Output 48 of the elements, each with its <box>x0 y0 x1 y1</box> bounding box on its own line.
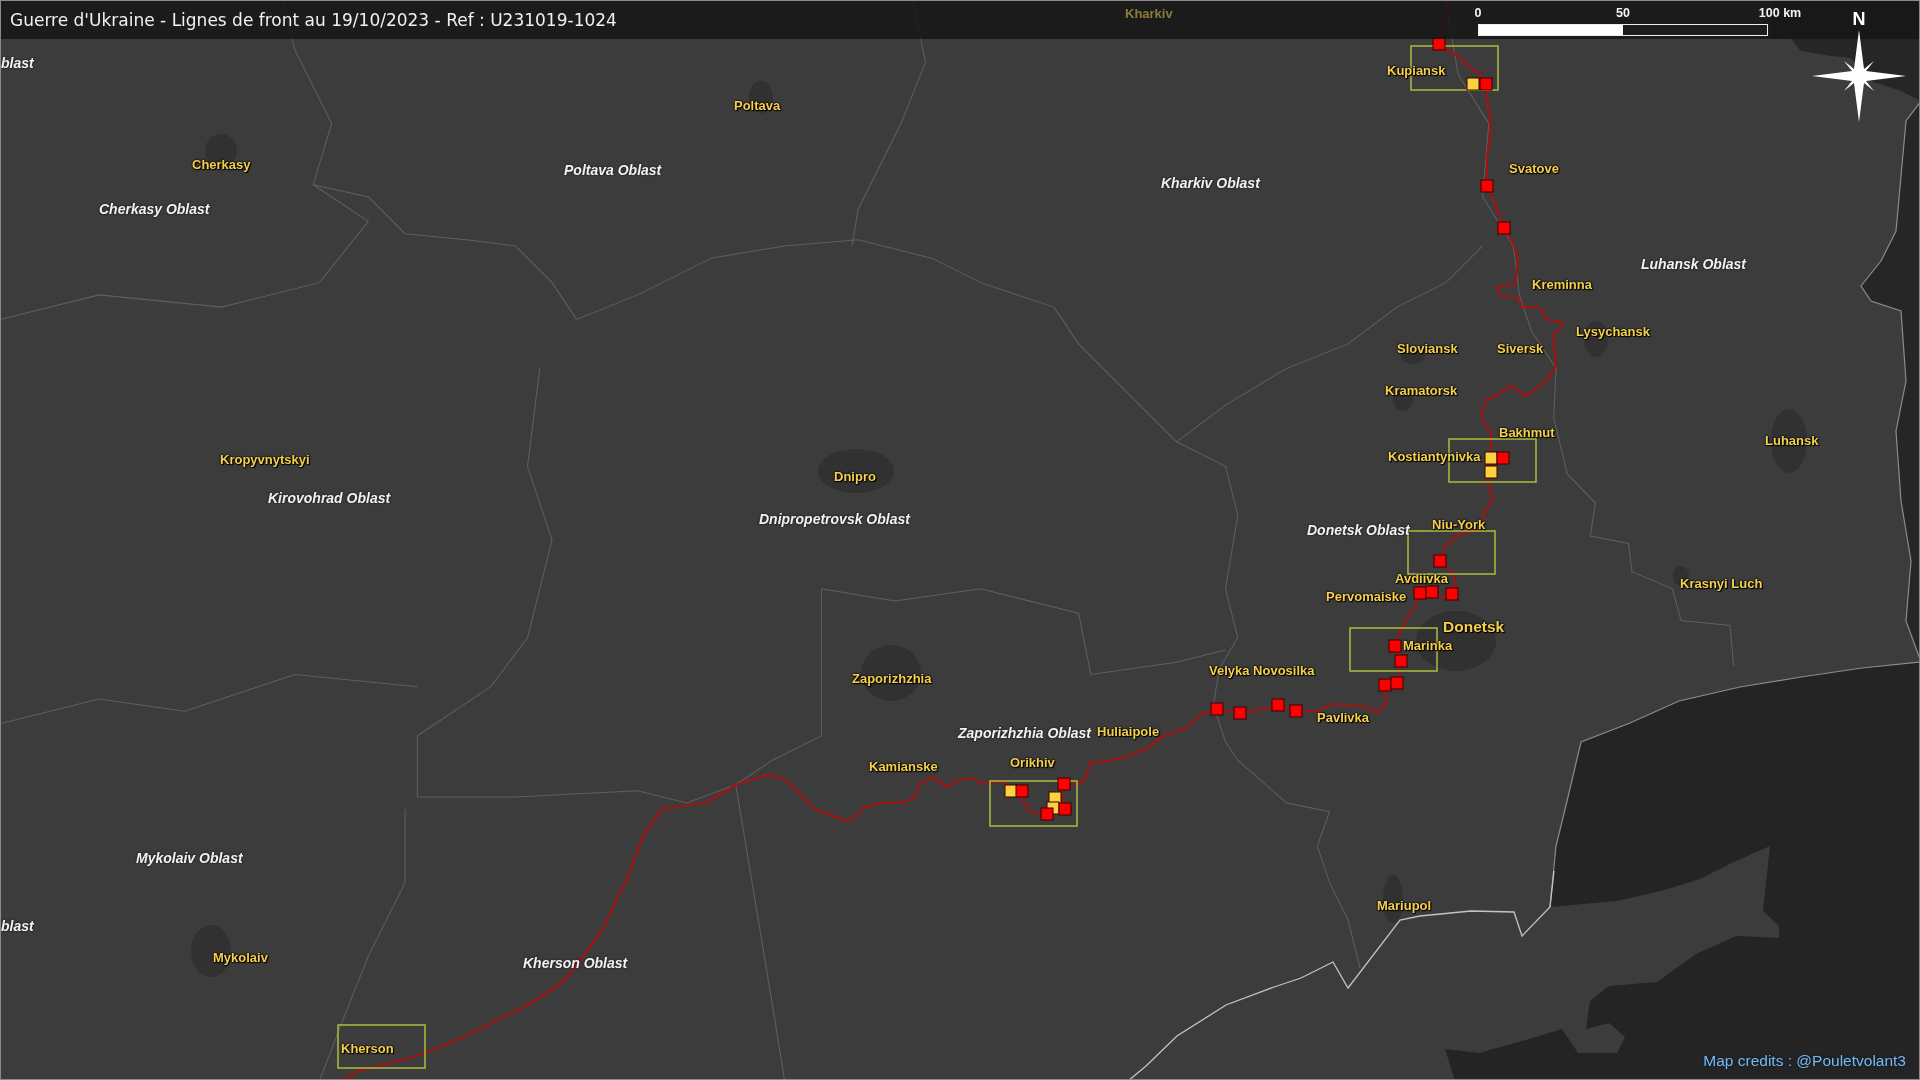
city-label: Pervomaiske <box>1326 588 1407 604</box>
map-credits: Map credits : @Pouletvolant3 <box>1703 1052 1906 1070</box>
city-label: Velyka Novosilka <box>1209 662 1315 678</box>
region-label: Kirovohrad Oblast <box>268 490 391 506</box>
region-label: Poltava Oblast <box>564 162 662 178</box>
scale-label: 50 <box>1616 6 1630 20</box>
region-label: Mykolaiv Oblast <box>136 850 243 866</box>
city-label: Kamianske <box>869 758 938 774</box>
city-label: Marinka <box>1403 637 1453 653</box>
city-label: Luhansk <box>1765 432 1819 448</box>
region-label: blast <box>1 55 34 71</box>
city-label: Poltava <box>734 97 781 113</box>
city-label: Huliaipole <box>1097 723 1160 739</box>
city-label: Dnipro <box>834 468 876 484</box>
city-label: Kropyvnytskyi <box>220 451 310 467</box>
city-label: Bakhmut <box>1499 424 1555 440</box>
scale-label: 0 <box>1474 6 1482 20</box>
region-label: Dnipropetrovsk Oblast <box>759 511 910 527</box>
city-label: Krasnyi Luch <box>1680 575 1763 591</box>
region-label: Zaporizhzhia Oblast <box>958 725 1091 741</box>
city-label: Lysychansk <box>1576 323 1650 339</box>
scale-label: 100 km <box>1758 6 1802 20</box>
city-label: Kostiantynivka <box>1388 448 1481 464</box>
city-label: Svatove <box>1509 160 1559 176</box>
region-label: Cherkasy Oblast <box>99 201 210 217</box>
city-label: Kramatorsk <box>1385 382 1458 398</box>
city-label: Mariupol <box>1377 897 1432 913</box>
region-label: blast <box>1 918 34 934</box>
region-label: Kherson Oblast <box>523 955 628 971</box>
city-label: Orikhiv <box>1010 754 1055 770</box>
city-label: Siversk <box>1497 340 1544 356</box>
compass-north-label: N <box>1852 10 1866 28</box>
region-label: Donetsk Oblast <box>1307 522 1410 538</box>
city-label: Pavlivka <box>1317 709 1370 725</box>
map-title: Guerre d'Ukraine - Lignes de front au 19/10/2023 - Ref : U231019-1024 <box>10 10 617 30</box>
city-label: Zaporizhzhia <box>852 670 932 686</box>
city-label: Kharkiv <box>1125 5 1173 21</box>
city-label: Mykolaiv <box>213 949 268 965</box>
city-label: Kupiansk <box>1387 62 1446 78</box>
city-label: Kreminna <box>1532 276 1592 292</box>
city-label: Avdiivka <box>1395 570 1448 586</box>
city-label: Kherson <box>341 1040 394 1056</box>
city-label: Niu-York <box>1432 516 1486 532</box>
region-label: Luhansk Oblast <box>1641 256 1747 272</box>
city-label: Cherkasy <box>192 156 251 172</box>
city-label: Sloviansk <box>1397 340 1458 356</box>
region-label: Kharkiv Oblast <box>1161 175 1260 191</box>
city-label: Donetsk <box>1443 618 1505 636</box>
